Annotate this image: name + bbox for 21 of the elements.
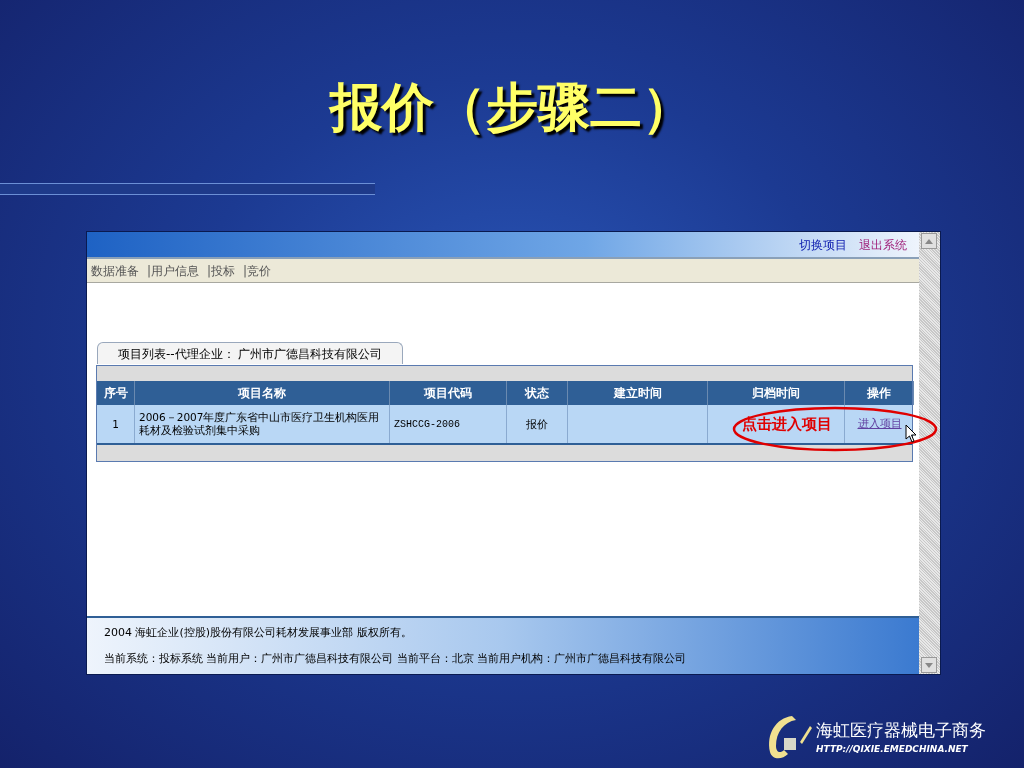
logo-name: 海虹医疗器械电子商务 [816,718,986,742]
header-link[interactable]: 切换项目 [799,235,847,254]
nav-link[interactable]: 数据准备 [91,261,139,280]
table-cell-text: ZSHCCG-2006 [394,417,460,432]
slide-title: 报价（步骤二） [330,74,694,139]
annotation-text: 点击进入项目 [742,414,832,435]
nav-link[interactable]: |竞价 [243,261,272,280]
footer-text: 当前系统：投标系统 当前用户：广州市广德昌科技有限公司 当前平台：北京 当前用户机构：广州市广德昌科技有限公司 [104,651,688,667]
table-cell-text: 2006－2007年度广东省中山市医疗卫生机构医用耗材及检验试剂集中采购 [139,411,381,437]
scroll-up-icon[interactable] [921,233,937,249]
tab[interactable]: 项目列表--代理企业： 广州市广德昌科技有限公司 [97,342,404,364]
footer-text: 2004 海虹企业(控股)股份有限公司耗材发展事业部 版权所有。 [104,624,413,641]
enter-project-link[interactable]: 进入项目 [857,415,902,433]
header-link[interactable]: 退出系统 [859,235,907,254]
logo-url: HTTP://QIXIE.EMEDCHINA.NET [816,743,969,756]
nav-link[interactable]: |投标 [207,261,236,280]
scroll-down-icon[interactable] [921,657,937,673]
table-cell: 1 [112,417,119,431]
nav-link[interactable]: |用户信息 [147,261,200,280]
table-cell: 报价 [526,417,548,431]
cursor-icon [905,424,917,443]
